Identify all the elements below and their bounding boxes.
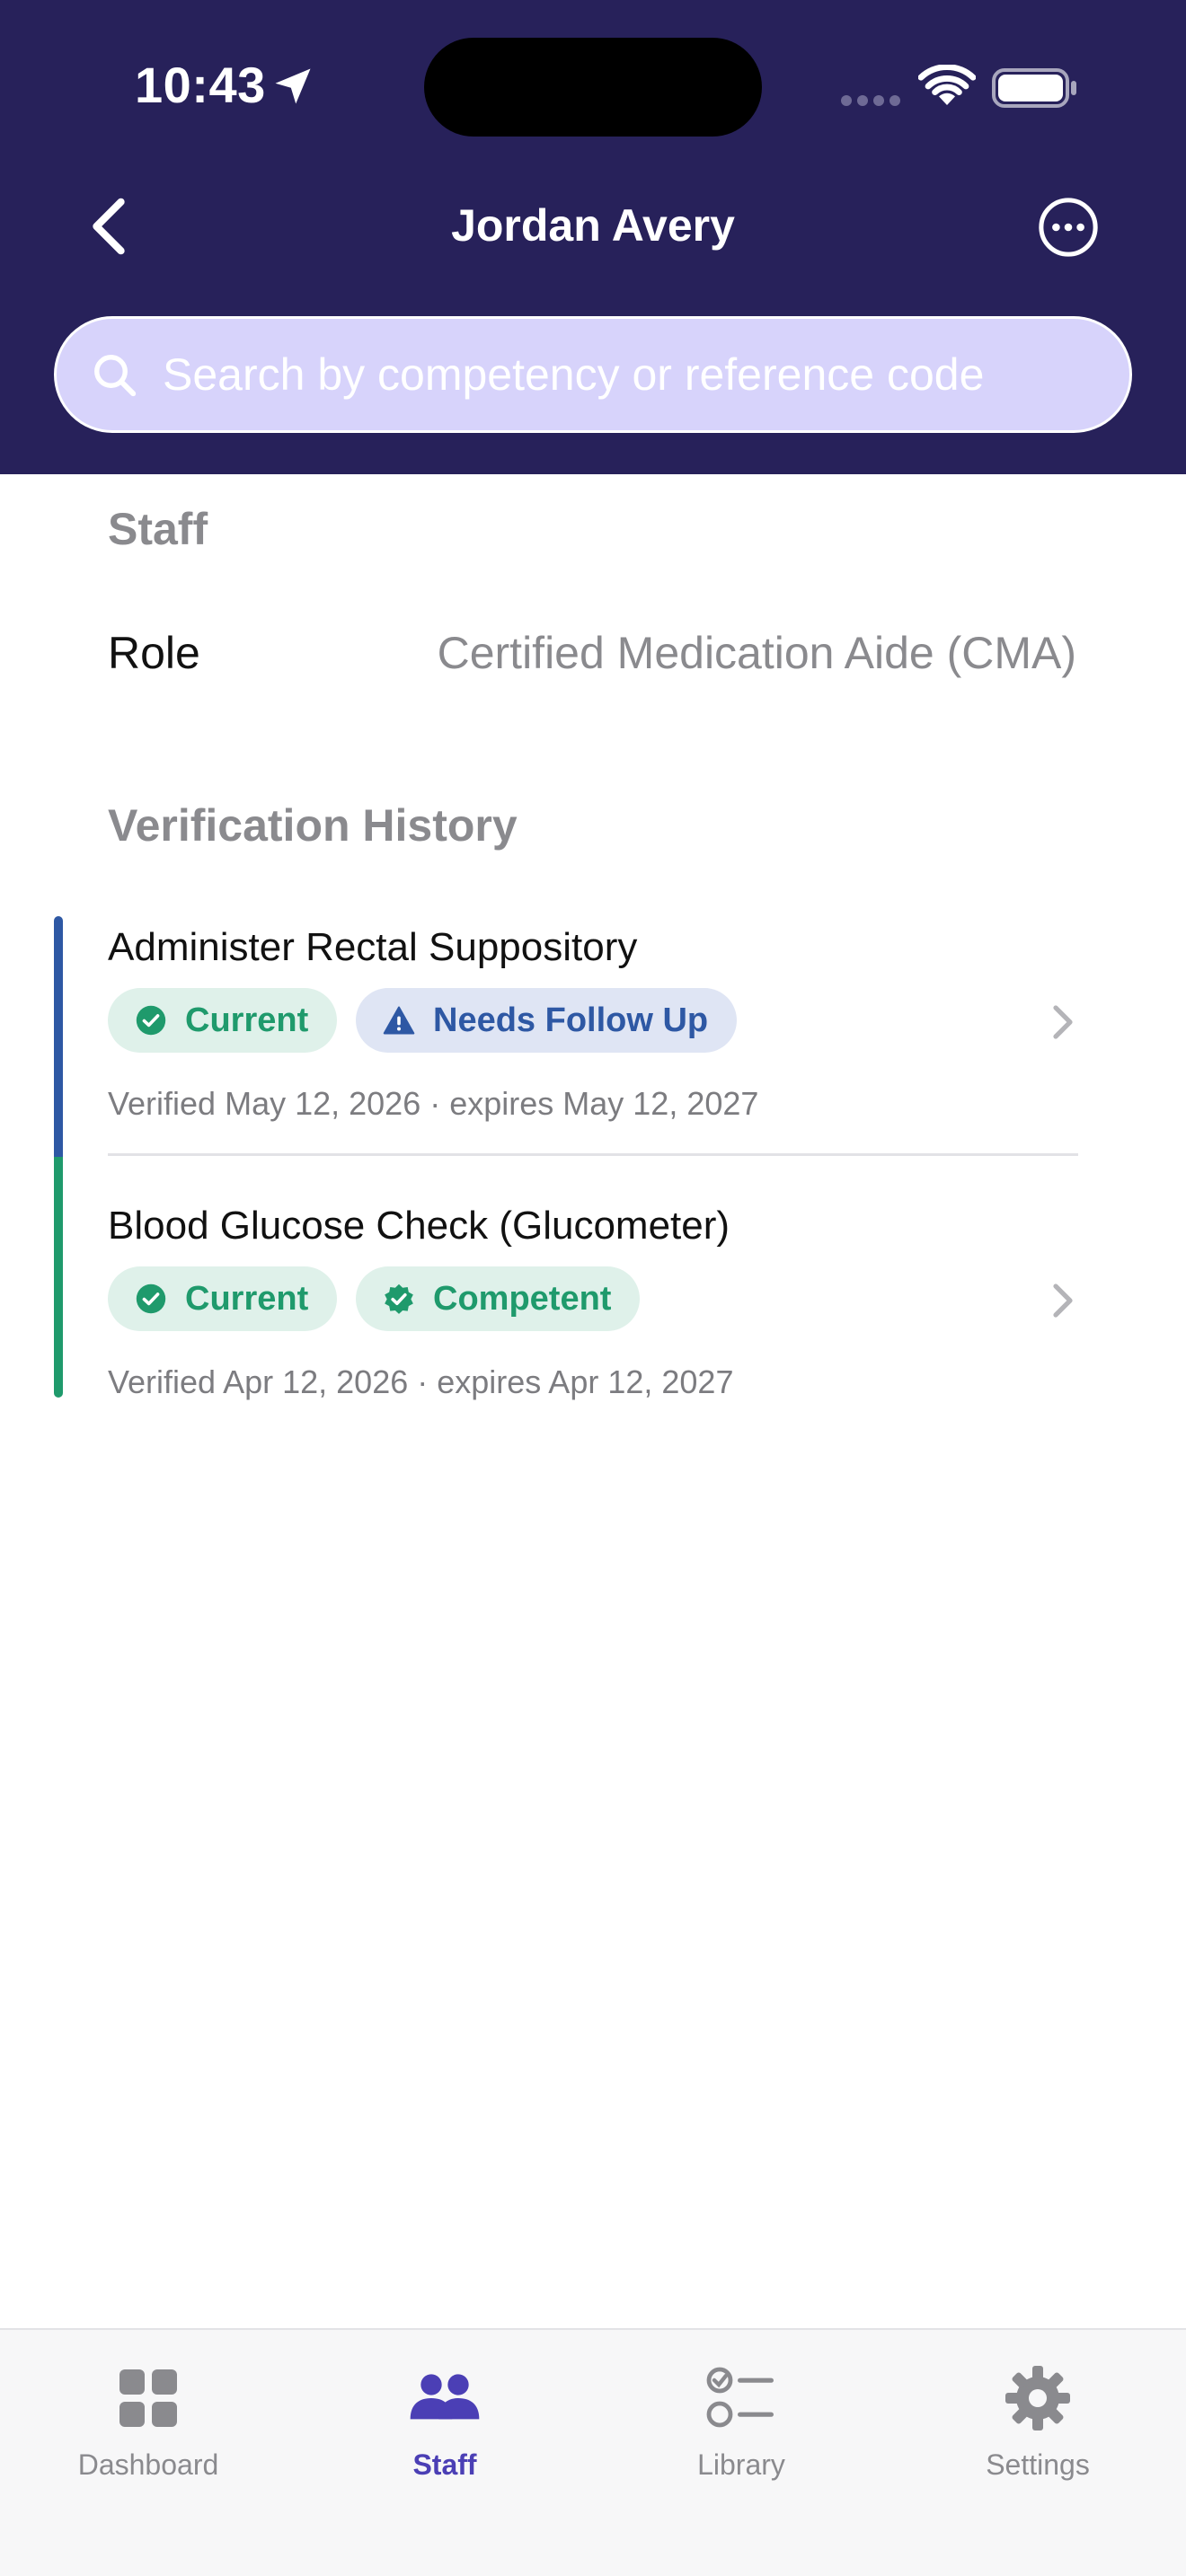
search-icon [94, 355, 137, 397]
status-time: 10:43 [135, 57, 266, 113]
tab-library[interactable]: Library [593, 2330, 890, 2510]
dynamic-island [424, 38, 762, 137]
warning-triangle-icon [383, 1006, 415, 1035]
check-circle-icon [136, 1284, 166, 1314]
tab-label: Settings [986, 2448, 1090, 2481]
checklist-icon [706, 2367, 774, 2428]
tab-label: Dashboard [77, 2448, 219, 2481]
competency-title: Administer Rectal Suppository [108, 925, 638, 969]
tab-dashboard[interactable]: Dashboard [0, 2330, 296, 2510]
page-title: Jordan Avery [451, 200, 735, 251]
chevron-right-icon [1053, 1005, 1073, 1039]
history-row[interactable]: Blood Glucose Check (Glucometer) Current… [108, 1204, 1078, 1464]
tab-staff[interactable]: Staff [296, 2330, 593, 2510]
gear-icon [1005, 2366, 1070, 2430]
tab-label: Library [697, 2448, 785, 2481]
competency-title: Blood Glucose Check (Glucometer) [108, 1204, 730, 1248]
history-accent-bar-green [54, 1157, 63, 1398]
chevron-right-icon [1053, 1284, 1073, 1318]
verified-seal-icon [385, 1284, 413, 1314]
chip-label: Current [185, 1279, 309, 1318]
check-circle-icon [136, 1005, 166, 1036]
row-divider [108, 1153, 1078, 1156]
history-row[interactable]: Administer Rectal Suppository Current Ne… [108, 925, 1078, 1186]
role-value: Certified Medication Aide (CMA) [437, 628, 1076, 678]
search-bar[interactable] [54, 316, 1132, 433]
status-bar: 10:43 [0, 0, 1186, 171]
chip-label: Needs Follow Up [433, 1001, 709, 1039]
wifi-icon [918, 65, 976, 105]
tab-bar: Dashboard Staff Library Settings [0, 2328, 1186, 2576]
role-label: Role [108, 628, 200, 678]
chip-label: Competent [433, 1279, 612, 1318]
tab-label: Staff [412, 2448, 477, 2481]
search-input[interactable] [163, 319, 1115, 430]
result-badge-competent: Competent [356, 1266, 641, 1331]
history-section-title: Verification History [108, 800, 518, 851]
tab-settings[interactable]: Settings [890, 2330, 1186, 2510]
battery-icon [992, 68, 1076, 108]
cellular-signal-icon [841, 95, 902, 106]
status-badge-current: Current [108, 1266, 338, 1331]
staff-section-title: Staff [108, 504, 208, 554]
history-accent-bar-blue [54, 916, 63, 1157]
verification-dates: Verified Apr 12, 2026 · expires Apr 12, … [108, 1363, 734, 1400]
location-arrow-icon [275, 68, 311, 104]
more-options-icon[interactable] [1037, 196, 1100, 259]
verification-dates: Verified May 12, 2026 · expires May 12, … [108, 1085, 759, 1122]
status-badge-current: Current [108, 988, 338, 1053]
chip-label: Current [185, 1001, 309, 1039]
people-icon [410, 2374, 480, 2420]
result-badge-needs-follow-up: Needs Follow Up [356, 988, 738, 1053]
grid-icon [119, 2369, 177, 2427]
header: 10:43 Jordan Avery [0, 0, 1186, 474]
